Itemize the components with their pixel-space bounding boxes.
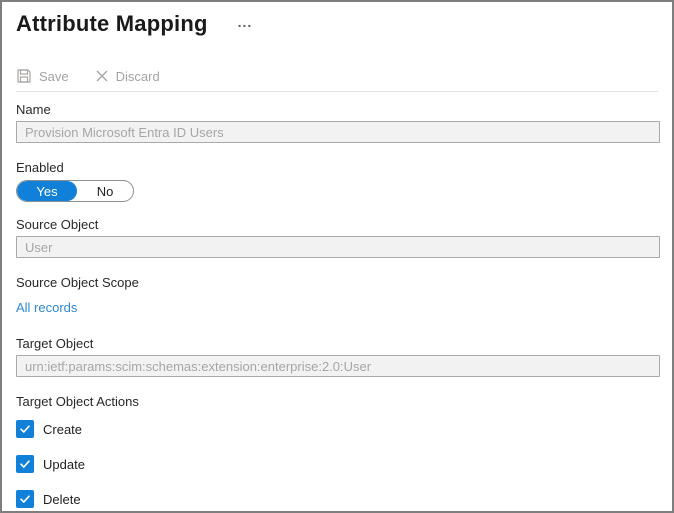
toolbar-separator: [16, 91, 658, 92]
source-object-scope-label: Source Object Scope: [16, 274, 658, 292]
update-checkbox-label: Update: [43, 457, 85, 472]
create-checkbox[interactable]: [16, 420, 34, 438]
page-title: Attribute Mapping: [16, 10, 208, 38]
all-records-link[interactable]: All records: [16, 299, 77, 317]
checkmark-icon: [19, 493, 31, 505]
target-object-label: Target Object: [16, 335, 658, 353]
action-row-delete: Delete: [16, 490, 658, 508]
target-object-actions-label: Target Object Actions: [16, 393, 658, 411]
source-object-label: Source Object: [16, 216, 658, 234]
delete-checkbox-label: Delete: [43, 492, 81, 507]
more-options-icon[interactable]: ...: [238, 14, 253, 30]
name-label: Name: [16, 101, 658, 119]
create-checkbox-label: Create: [43, 422, 82, 437]
attribute-mapping-pane: Attribute Mapping ... Save: [0, 0, 674, 513]
save-button[interactable]: Save: [16, 68, 69, 84]
save-label: Save: [39, 69, 69, 84]
pane-header: Attribute Mapping ...: [16, 10, 658, 38]
checkmark-icon: [19, 458, 31, 470]
enabled-toggle[interactable]: Yes No: [16, 180, 134, 202]
update-checkbox[interactable]: [16, 455, 34, 473]
target-object-input[interactable]: [16, 355, 660, 377]
command-toolbar: Save Discard: [16, 66, 658, 86]
discard-button[interactable]: Discard: [95, 69, 160, 84]
toggle-no-option[interactable]: No: [77, 181, 133, 201]
close-x-icon: [95, 69, 109, 83]
toggle-yes-option[interactable]: Yes: [17, 181, 77, 201]
save-floppy-icon: [16, 68, 32, 84]
delete-checkbox[interactable]: [16, 490, 34, 508]
name-input[interactable]: [16, 121, 660, 143]
discard-label: Discard: [116, 69, 160, 84]
action-row-create: Create: [16, 420, 658, 438]
checkmark-icon: [19, 423, 31, 435]
enabled-label: Enabled: [16, 159, 658, 177]
source-object-input[interactable]: [16, 236, 660, 258]
action-row-update: Update: [16, 455, 658, 473]
